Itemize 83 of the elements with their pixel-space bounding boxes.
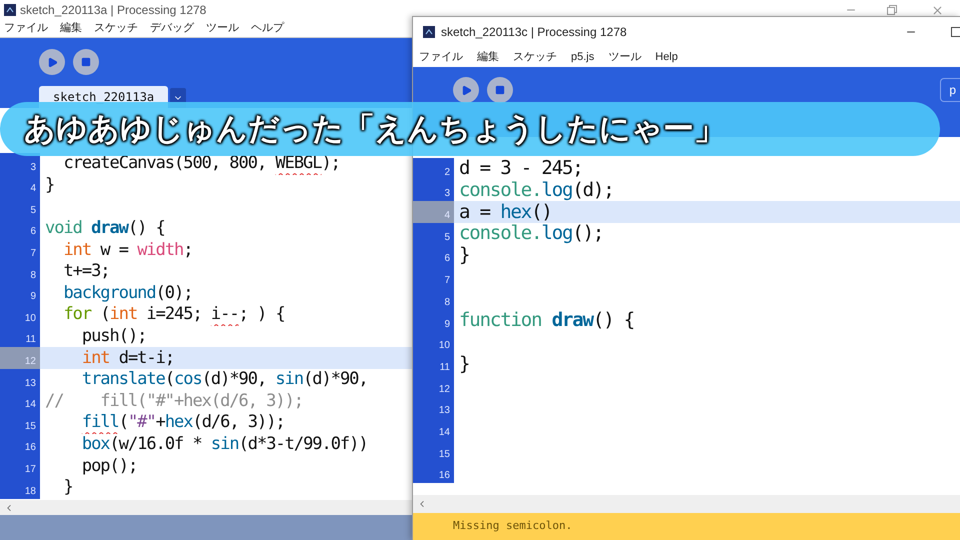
line-number: 2 [444,168,450,178]
restore-icon[interactable] [887,5,897,15]
line-number: 14 [438,428,450,438]
code-line: d = 3 - 245; [459,159,583,178]
code-line: fill("#"+hex(d/6, 3)); [80,414,285,432]
app-icon [423,26,435,38]
line-number: 3 [444,189,450,200]
line-number: 9 [444,320,450,330]
code-line: int w = width; [62,242,192,259]
line-number: 8 [444,298,450,308]
menu-item[interactable]: ファイル [4,20,48,37]
line-number: 18 [24,486,36,496]
line-number: 4 [30,184,36,194]
menu-item[interactable]: ファイル [419,48,463,66]
window-title: sketch_220113c | Processing 1278 [441,24,627,41]
code-line: t+=3; [62,263,110,280]
line-number: 13 [438,406,450,416]
code-line: } [459,354,470,374]
line-number: 7 [444,276,450,286]
menu-item[interactable]: Help [655,48,678,66]
menu-item[interactable]: ツール [608,48,642,66]
code-line: a = hex() [459,202,552,222]
line-number: 6 [444,254,450,264]
line-number: 8 [30,270,36,281]
menu-item[interactable]: 編集 [477,48,499,66]
line-number: 10 [24,314,36,324]
code-line: } [62,479,73,496]
code-line: push(); [80,328,146,346]
code-line: console.log(); [459,224,604,244]
code-line: function draw() { [459,311,634,330]
menu-item[interactable]: デバッグ [150,20,194,37]
caption-text: あゆあゆじゅんだった「えんちょうしたにゃー」 [24,110,725,148]
line-number: 15 [438,450,450,460]
line-number: 5 [30,206,36,216]
stop-icon [495,85,505,95]
line-number: 11 [440,362,450,373]
play-icon [46,56,58,68]
stop-icon [81,57,91,67]
code-line: } [459,246,470,266]
line-number: 16 [24,443,36,454]
line-number: 12 [438,384,450,395]
line-number: 16 [438,471,450,482]
menu-item[interactable]: スケッチ [94,20,138,37]
line-number: 15 [24,422,36,432]
window-title: sketch_220113a | Processing 1278 [20,2,206,19]
code-line: pop(); [80,458,138,475]
line-number: 4 [444,211,450,222]
code-line: translate(cos(d)*90, sin(d)*90, [80,371,368,388]
line-number: 5 [444,232,450,243]
menu-item[interactable]: スケッチ [513,48,557,66]
line-number: 11 [26,335,36,346]
menu-item[interactable]: p5.js [571,48,594,66]
line-number: 12 [24,356,36,367]
stop-button[interactable] [73,49,99,75]
code-line: for (int i=245; i--; ) { [62,306,285,324]
code-line: int d=t-i; [80,350,174,367]
code-line: } [45,176,54,194]
line-number: 3 [30,162,36,173]
run-button[interactable] [39,49,65,75]
menu-item[interactable]: ヘルプ [251,20,284,37]
menu-item[interactable]: 編集 [60,20,82,37]
code-line: createCanvas(500, 800, WEBGL); [62,155,340,172]
line-number: 13 [24,378,36,389]
menu-item[interactable]: ツール [206,20,239,37]
code-line: void draw() { [45,220,165,238]
maximize-icon[interactable] [951,27,960,37]
line-number: 7 [30,248,36,259]
app-icon [4,4,16,16]
run-button[interactable] [453,77,479,103]
line-number: 6 [30,227,36,238]
line-number: 9 [30,292,36,302]
code-line: box(w/16.0f * sin(d*3-t/99.0f)) [80,436,368,454]
stop-button[interactable] [487,77,513,103]
code-line: // fill("#"+hex(d/6, 3)); [45,392,304,410]
line-number: 14 [24,400,36,410]
status-message: Missing semicolon. [453,518,572,534]
line-number: 10 [438,341,450,352]
line-number: 17 [24,464,36,475]
mode-button[interactable]: p [940,78,960,102]
code-line: background(0); [62,284,192,302]
play-icon [460,84,472,96]
code-line: console.log(d); [459,181,614,200]
close-icon[interactable] [931,4,944,16]
